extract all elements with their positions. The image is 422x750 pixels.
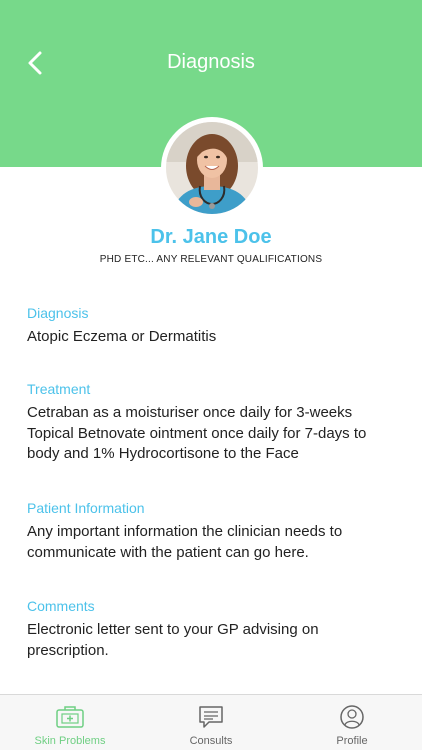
- user-profile-icon: [340, 705, 364, 729]
- first-aid-kit-icon: [56, 706, 84, 728]
- doctor-qualifications: PHD ETC... ANY RELEVANT QUALIFICATIONS: [99, 254, 323, 265]
- page-title: Diagnosis: [167, 51, 255, 73]
- tab-bar: Skin Problems Consults Profile: [0, 694, 422, 750]
- tab-label: Consults: [189, 735, 233, 747]
- chat-bubble-icon: [199, 706, 223, 728]
- comments-line: Electronic letter sent to your GP advisi…: [27, 621, 319, 638]
- doctor-photo: [166, 122, 258, 214]
- tab-skin-problems[interactable]: Skin Problems: [0, 695, 140, 750]
- treatment-label: Treatment: [27, 381, 91, 397]
- treatment-line: body and 1% Hydrocortisone to the Face: [27, 445, 299, 462]
- tab-consults[interactable]: Consults: [141, 695, 281, 750]
- tab-label: Profile: [336, 735, 368, 747]
- comments-line: prescription.: [27, 641, 109, 659]
- treatment-line: Topical Betnovate ointment once daily fo…: [27, 424, 367, 442]
- treatment-text: Cetraban as a moisturiser once daily for…: [27, 403, 397, 465]
- patient-information-text: Any important information the clinician …: [27, 522, 397, 563]
- comments-label: Comments: [27, 598, 95, 614]
- tab-label: Skin Problems: [34, 735, 106, 747]
- patient-information-line: communicate with the patient can go here…: [27, 543, 309, 561]
- comments-text: Electronic letter sent to your GP advisi…: [27, 620, 397, 661]
- treatment-line: Cetraban as a moisturiser once daily for…: [27, 404, 353, 421]
- doctor-name: Dr. Jane Doe: [150, 226, 272, 248]
- diagnosis-text: Atopic Eczema or Dermatitis: [27, 328, 217, 345]
- patient-information-line: Any important information the clinician …: [27, 523, 343, 540]
- tab-profile[interactable]: Profile: [282, 695, 422, 750]
- patient-information-label: Patient Information: [27, 500, 145, 516]
- doctor-avatar: [161, 117, 263, 219]
- diagnosis-label: Diagnosis: [27, 305, 89, 321]
